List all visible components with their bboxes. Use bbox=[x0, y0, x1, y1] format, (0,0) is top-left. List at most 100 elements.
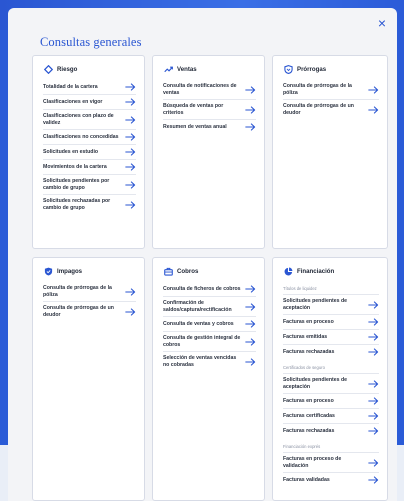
list-item[interactable]: Facturas en proceso bbox=[283, 315, 379, 330]
card-header: Cobros bbox=[153, 258, 264, 282]
trend-up-icon bbox=[164, 65, 173, 74]
modal-title: Consultas generales bbox=[40, 35, 142, 49]
arrow-right-icon[interactable] bbox=[125, 200, 136, 209]
list-item[interactable]: Solicitudes pendientes de aceptación bbox=[283, 374, 379, 394]
arrow-right-icon[interactable] bbox=[245, 85, 256, 94]
arrow-right-icon[interactable] bbox=[245, 320, 256, 328]
section-label: Certificados de seguro bbox=[283, 361, 379, 374]
list-item-label: Facturas validadas bbox=[283, 476, 330, 483]
prorrogas-list: Consulta de prórrogas de la póliza Consul… bbox=[273, 80, 387, 119]
list-item[interactable]: Solicitudes pendientes de aceptación bbox=[283, 295, 379, 315]
list-item[interactable]: Consulta de ventas y cobros bbox=[163, 317, 256, 332]
list-item-label: Totalidad de la cartera bbox=[43, 83, 98, 90]
list-item-label: Clasificaciones con plazo de validez bbox=[43, 113, 114, 126]
list-item[interactable]: Consulta de prórrogas de la póliza bbox=[283, 80, 379, 100]
list-item[interactable]: Solicitudes en estudio bbox=[43, 145, 136, 160]
list-item[interactable]: Consulta de ficheros de cobros bbox=[163, 282, 256, 297]
arrow-right-icon[interactable] bbox=[125, 307, 136, 316]
briefcase-icon bbox=[164, 267, 173, 276]
list-item[interactable]: Facturas certificadas bbox=[283, 409, 379, 424]
list-item[interactable]: Consulta de prórrogas de un deudor bbox=[43, 302, 136, 321]
section-label: Financiación exprés bbox=[283, 440, 379, 453]
list-item-label: Clasificaciones no concedidas bbox=[43, 133, 119, 140]
list-item-label: Consulta de prórrogas de un deudor bbox=[43, 305, 114, 318]
arrow-right-icon[interactable] bbox=[245, 285, 256, 293]
arrow-right-icon[interactable] bbox=[245, 357, 256, 366]
arrow-right-icon[interactable] bbox=[368, 427, 379, 435]
section-items: Facturas en proceso de validación Factura… bbox=[283, 453, 379, 487]
arrow-right-icon[interactable] bbox=[368, 379, 379, 388]
card-header: Ventas bbox=[153, 56, 264, 80]
list-item[interactable]: Confirmación de saldos/captura/rectifica… bbox=[163, 297, 256, 317]
list-item-label: Solicitudes en estudio bbox=[43, 148, 99, 155]
card-title: Ventas bbox=[177, 66, 197, 73]
list-item[interactable]: Selección de ventas vencidas no cobradas bbox=[163, 352, 256, 371]
arrow-right-icon[interactable] bbox=[125, 133, 136, 141]
arrow-right-icon[interactable] bbox=[368, 333, 379, 341]
list-item[interactable]: Búsqueda de ventas por criterios bbox=[163, 100, 256, 120]
arrow-right-icon[interactable] bbox=[125, 180, 136, 189]
list-item-label: Búsqueda de ventas por criterios bbox=[163, 103, 224, 116]
card-header: Impagos bbox=[33, 258, 144, 282]
list-item-label: Facturas rechazadas bbox=[283, 427, 335, 434]
list-item[interactable]: Movimientos de la cartera bbox=[43, 160, 136, 175]
list-item[interactable]: Consulta de prórrogas de la póliza bbox=[43, 282, 136, 302]
list-item-label: Solicitudes rechazadas por cambio de gru… bbox=[43, 198, 111, 211]
ventas-list: Consulta de notificaciones de ventas Búsq… bbox=[153, 80, 264, 134]
arrow-right-icon[interactable] bbox=[368, 458, 379, 467]
arrow-right-icon[interactable] bbox=[125, 163, 136, 171]
list-item-label: Consulta de ventas y cobros bbox=[163, 320, 234, 327]
consultas-modal: × Consultas generales Riesgo Totalidad d… bbox=[8, 8, 397, 501]
list-item-label: Consulta de prórrogas de un deudor bbox=[283, 103, 354, 116]
list-item[interactable]: Facturas en proceso de validación bbox=[283, 453, 379, 473]
arrow-right-icon[interactable] bbox=[245, 105, 256, 114]
list-item-label: Solicitudes pendientes de aceptación bbox=[283, 377, 347, 390]
list-item[interactable]: Clasificaciones no concedidas bbox=[43, 130, 136, 145]
arrow-right-icon[interactable] bbox=[368, 300, 379, 309]
list-item-label: Confirmación de saldos/captura/rectifica… bbox=[163, 300, 232, 313]
arrow-right-icon[interactable] bbox=[125, 83, 136, 91]
card-header: Riesgo bbox=[33, 56, 144, 80]
list-item[interactable]: Facturas validadas bbox=[283, 473, 379, 487]
arrow-right-icon[interactable] bbox=[368, 85, 379, 94]
card-title: Impagos bbox=[57, 268, 83, 275]
arrow-right-icon[interactable] bbox=[368, 412, 379, 420]
list-item[interactable]: Totalidad de la cartera bbox=[43, 80, 136, 95]
card-title: Cobros bbox=[177, 268, 199, 275]
arrow-right-icon[interactable] bbox=[125, 287, 136, 296]
list-item[interactable]: Consulta de prórrogas de un deudor bbox=[283, 100, 379, 119]
list-item[interactable]: Solicitudes rechazadas por cambio de gru… bbox=[43, 195, 136, 214]
list-item[interactable]: Clasificaciones con plazo de validez bbox=[43, 110, 136, 130]
arrow-right-icon[interactable] bbox=[368, 476, 379, 484]
financiacion-list: Títulos de liquidez Solicitudes pendient… bbox=[273, 282, 387, 487]
arrow-right-icon[interactable] bbox=[125, 115, 136, 124]
list-item[interactable]: Facturas en proceso bbox=[283, 394, 379, 409]
list-item-label: Movimientos de la cartera bbox=[43, 163, 107, 170]
arrow-right-icon[interactable] bbox=[368, 105, 379, 114]
arrow-right-icon[interactable] bbox=[368, 348, 379, 356]
list-item-label: Facturas emitidas bbox=[283, 333, 328, 340]
riesgo-list: Totalidad de la cartera Clasificaciones e… bbox=[33, 80, 144, 214]
list-item-label: Consulta de ficheros de cobros bbox=[163, 285, 241, 292]
card-impagos: Impagos Consulta de prórrogas de la póli… bbox=[32, 257, 145, 501]
card-header: Prórrogas bbox=[273, 56, 387, 80]
list-item[interactable]: Facturas emitidas bbox=[283, 330, 379, 345]
arrow-right-icon[interactable] bbox=[125, 98, 136, 106]
list-item[interactable]: Solicitudes pendientes por cambio de gru… bbox=[43, 175, 136, 195]
arrow-right-icon[interactable] bbox=[245, 123, 256, 131]
list-item[interactable]: Resumen de ventas anual bbox=[163, 120, 256, 134]
arrow-right-icon[interactable] bbox=[368, 397, 379, 405]
arrow-right-icon[interactable] bbox=[368, 318, 379, 326]
arrow-right-icon[interactable] bbox=[245, 302, 256, 311]
card-cobros: Cobros Consulta de ficheros de cobros Con… bbox=[152, 257, 265, 501]
list-item[interactable]: Consulta de gestión integral de cobros bbox=[163, 332, 256, 352]
list-item[interactable]: Consulta de notificaciones de ventas bbox=[163, 80, 256, 100]
list-item[interactable]: Facturas rechazadas bbox=[283, 345, 379, 359]
list-item[interactable]: Clasificaciones en vigor bbox=[43, 95, 136, 110]
list-item-label: Consulta de notificaciones de ventas bbox=[163, 83, 237, 96]
arrow-right-icon[interactable] bbox=[245, 337, 256, 346]
list-item[interactable]: Facturas rechazadas bbox=[283, 424, 379, 438]
arrow-right-icon[interactable] bbox=[125, 148, 136, 156]
card-header: Financiación bbox=[273, 258, 387, 282]
close-icon[interactable]: × bbox=[375, 16, 389, 30]
